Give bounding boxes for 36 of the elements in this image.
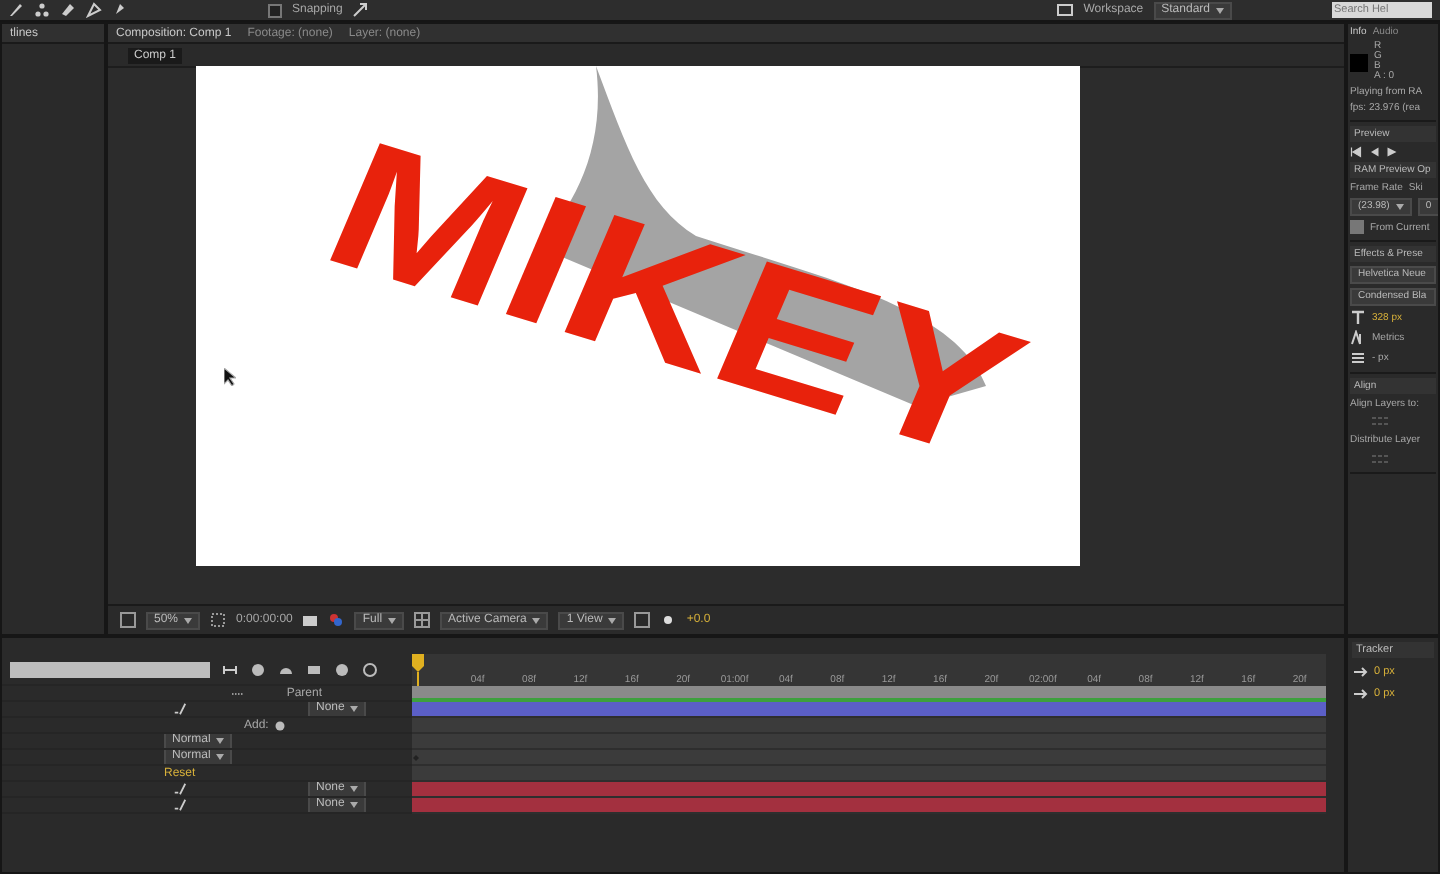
snap-icon[interactable] xyxy=(352,2,369,18)
caret-icon xyxy=(608,617,617,623)
previous-frame-icon[interactable] xyxy=(1368,146,1380,158)
region-icon[interactable] xyxy=(210,612,227,628)
from-current-checkbox[interactable] xyxy=(1350,220,1364,234)
caret-icon xyxy=(1216,7,1224,13)
caret-icon xyxy=(388,617,397,623)
exposure-icon[interactable] xyxy=(660,612,677,628)
mikey-title-artwork: MIKEY xyxy=(300,66,1050,498)
color-swatch xyxy=(1350,53,1368,71)
caret-icon xyxy=(216,754,225,760)
cursor-icon xyxy=(224,368,236,386)
channels-icon[interactable] xyxy=(328,612,345,628)
snapping-checkbox[interactable] xyxy=(268,3,282,17)
playhead-icon[interactable] xyxy=(412,654,424,686)
workspace-icon[interactable] xyxy=(1055,2,1074,18)
caret-icon xyxy=(350,802,359,808)
caret-icon xyxy=(1395,204,1404,210)
eraser-icon[interactable] xyxy=(60,2,76,18)
caret-icon xyxy=(350,706,359,712)
caret-icon xyxy=(350,786,359,792)
position-icon[interactable] xyxy=(1352,686,1368,702)
kerning-icon[interactable] xyxy=(1350,330,1366,346)
position-icon[interactable] xyxy=(1352,664,1368,680)
caret-icon xyxy=(216,738,225,744)
add-menu-icon[interactable] xyxy=(274,719,287,731)
transparency-icon[interactable] xyxy=(414,612,431,628)
pen-icon[interactable] xyxy=(8,2,24,18)
caret-icon xyxy=(532,617,541,623)
timeline-search-field[interactable] xyxy=(10,661,210,677)
puppet-icon[interactable] xyxy=(34,2,50,18)
font-size-icon[interactable] xyxy=(1350,310,1366,326)
leading-icon[interactable] xyxy=(1350,350,1366,366)
play-icon[interactable] xyxy=(1386,146,1398,158)
first-frame-icon[interactable] xyxy=(1350,146,1362,158)
caret-icon xyxy=(184,617,193,623)
